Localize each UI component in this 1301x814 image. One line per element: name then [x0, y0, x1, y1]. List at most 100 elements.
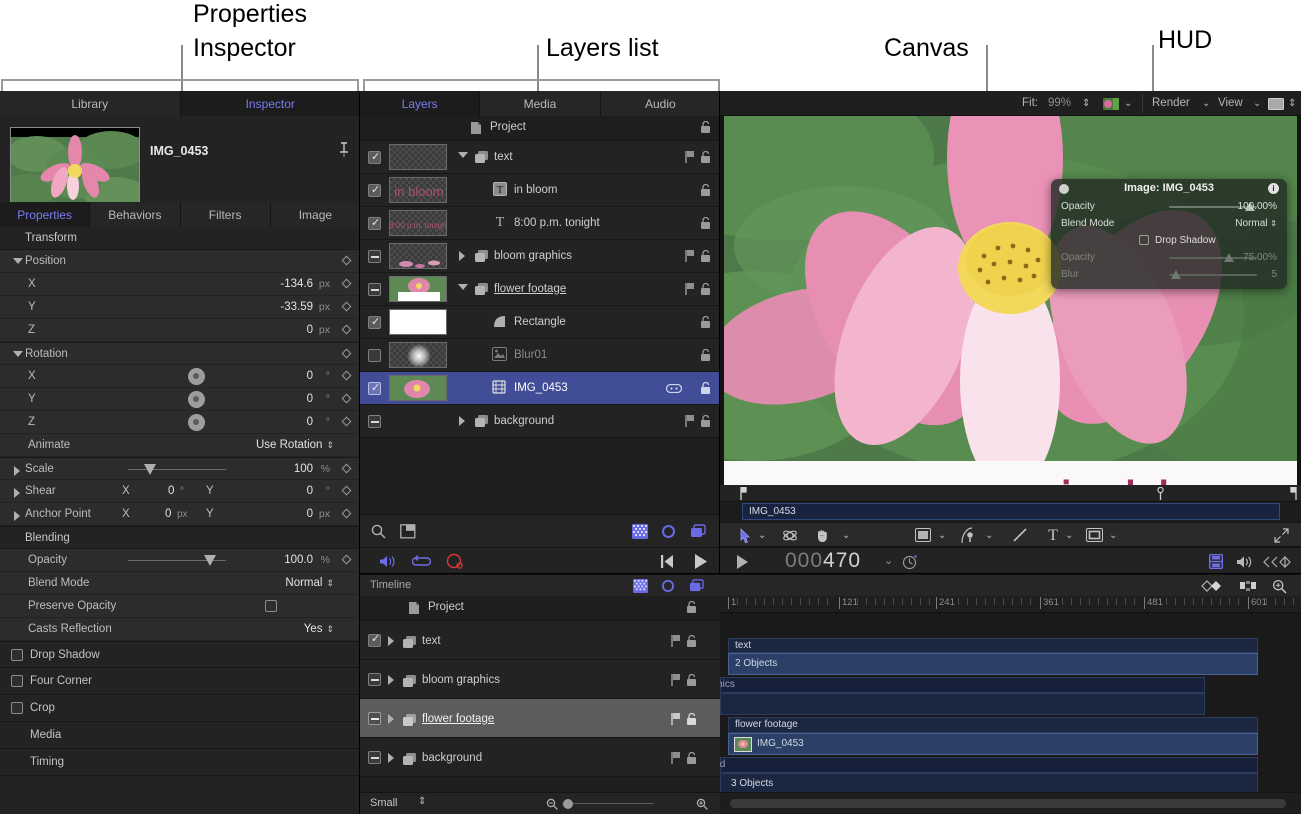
flag-icon[interactable]: [670, 712, 682, 726]
property-value[interactable]: 0: [307, 388, 313, 411]
tab-filters[interactable]: Filters: [181, 202, 271, 227]
pan-tool-icon[interactable]: [814, 528, 830, 543]
property-crop[interactable]: Crop: [0, 695, 360, 722]
disclosure-down-icon[interactable]: [13, 351, 23, 357]
stepper-icon[interactable]: ⇕: [418, 796, 426, 807]
layer-visibility-checkbox[interactable]: [368, 349, 381, 362]
keyframe-icon[interactable]: [1201, 580, 1223, 592]
hud-row-blend-mode[interactable]: Blend Mode Normal ⇕: [1051, 215, 1287, 232]
search-icon[interactable]: [371, 524, 386, 539]
zoom-icon[interactable]: [1272, 579, 1287, 594]
layer-visibility-checkbox[interactable]: [368, 283, 381, 296]
view-dropdown-icon[interactable]: ⌄: [1253, 91, 1261, 116]
timeline-zoom-thumb[interactable]: [563, 799, 573, 809]
disclosure-right-icon[interactable]: [388, 753, 394, 763]
casts-reflection-popup[interactable]: Yes⇕: [304, 618, 334, 641]
crop-checkbox[interactable]: [11, 702, 23, 714]
snap-icon[interactable]: [1239, 580, 1257, 592]
color-swatch-icon[interactable]: [1103, 98, 1119, 110]
keyframe-icon[interactable]: [342, 417, 352, 427]
disclosure-right-icon[interactable]: [14, 488, 20, 498]
tab-image[interactable]: Image: [271, 202, 360, 227]
new-group-icon[interactable]: [400, 524, 416, 539]
timeline-row-project[interactable]: Project: [360, 596, 720, 621]
property-value[interactable]: 100: [294, 458, 313, 481]
disclosure-down-icon[interactable]: [13, 258, 23, 264]
keyframe-icon[interactable]: [342, 325, 352, 335]
timeline-visibility-checkbox[interactable]: ✓: [368, 634, 381, 647]
tab-media[interactable]: Media: [480, 91, 600, 116]
fullscreen-icon[interactable]: [1274, 528, 1289, 543]
tab-inspector[interactable]: Inspector: [181, 91, 361, 116]
mask-tool-icon[interactable]: [1086, 528, 1103, 542]
lock-icon[interactable]: [700, 415, 712, 428]
flag-icon[interactable]: [684, 249, 696, 263]
bezier-tool-icon[interactable]: [960, 527, 978, 544]
stepper-icon[interactable]: ⇕: [326, 618, 334, 641]
link-icon[interactable]: [666, 384, 682, 393]
property-value[interactable]: 0: [307, 319, 313, 342]
mini-timebar-clip[interactable]: IMG_0453: [742, 503, 1280, 520]
timeline-bar-background-header[interactable]: background: [720, 757, 1258, 773]
property-anchor-point[interactable]: Anchor Point X 0 px Y 0 px: [0, 503, 360, 526]
layer-row-flower-footage[interactable]: flower footage: [360, 273, 720, 306]
mask-icon[interactable]: [690, 524, 706, 539]
fit-stepper-icon[interactable]: ⇕: [1082, 91, 1090, 116]
lock-icon[interactable]: [700, 217, 712, 230]
pin-icon[interactable]: [337, 142, 351, 158]
shear-y-value[interactable]: 0: [307, 480, 313, 503]
property-position[interactable]: Position: [0, 250, 360, 273]
timeline-layer-list[interactable]: Project ✓ text bloom gra: [360, 596, 720, 792]
property-rotation-z[interactable]: Z 0 °: [0, 411, 360, 434]
keyframe-icon[interactable]: [342, 394, 352, 404]
anchor-y-value[interactable]: 0: [307, 503, 313, 526]
layer-row-project[interactable]: Project: [360, 116, 720, 141]
bezier-dropdown-icon[interactable]: ⌄: [985, 530, 993, 541]
transform-3d-icon[interactable]: [782, 528, 798, 543]
lock-icon[interactable]: [686, 601, 698, 614]
layer-visibility-checkbox[interactable]: [368, 250, 381, 263]
property-four-corner[interactable]: Four Corner: [0, 668, 360, 695]
property-value[interactable]: 0: [307, 365, 313, 388]
property-casts-reflection[interactable]: Casts Reflection Yes⇕: [0, 618, 360, 641]
render-dropdown-icon[interactable]: ⌄: [1202, 91, 1210, 116]
layer-row-background[interactable]: background: [360, 405, 720, 438]
circle-icon[interactable]: [661, 524, 676, 539]
disclosure-right-icon[interactable]: [388, 675, 394, 685]
property-value[interactable]: -134.6: [280, 273, 313, 296]
property-scale[interactable]: Scale 100 %: [0, 457, 360, 480]
render-menu[interactable]: Render: [1152, 91, 1190, 116]
property-position-z[interactable]: Z 0 px: [0, 319, 360, 342]
layer-visibility-checkbox[interactable]: ✓: [368, 217, 381, 230]
play-icon[interactable]: [736, 555, 749, 569]
close-icon[interactable]: [1059, 184, 1069, 194]
tab-library[interactable]: Library: [0, 91, 181, 116]
scale-slider[interactable]: [128, 469, 226, 470]
property-timing[interactable]: Timing: [0, 749, 360, 776]
anchor-x-value[interactable]: 0: [165, 503, 171, 526]
preserve-opacity-checkbox[interactable]: [265, 600, 277, 612]
chevrons-icon[interactable]: [1263, 556, 1291, 568]
keyframe-icon[interactable]: [342, 302, 352, 312]
disclosure-right-icon[interactable]: [14, 466, 20, 476]
lock-icon[interactable]: [686, 635, 698, 648]
disclosure-right-icon[interactable]: [388, 636, 394, 646]
lock-icon[interactable]: [700, 250, 712, 263]
flag-icon[interactable]: [670, 751, 682, 765]
lock-icon[interactable]: [700, 184, 712, 197]
property-drop-shadow[interactable]: Drop Shadow: [0, 641, 360, 668]
speaker-icon[interactable]: [379, 554, 397, 569]
property-blend-mode[interactable]: Blend Mode Normal⇕: [0, 572, 360, 595]
disclosure-right-icon[interactable]: [459, 416, 465, 426]
layer-visibility-checkbox[interactable]: [368, 415, 381, 428]
flag-icon[interactable]: [670, 634, 682, 648]
timeline-bar-img0453[interactable]: IMG_0453: [728, 733, 1258, 755]
timeline-zoom-slider[interactable]: [562, 803, 654, 804]
four-corner-checkbox[interactable]: [11, 675, 23, 687]
speaker-icon[interactable]: [1236, 555, 1253, 569]
lock-icon[interactable]: [700, 151, 712, 164]
tab-behaviors[interactable]: Behaviors: [90, 202, 180, 227]
shear-x-value[interactable]: 0: [168, 480, 174, 503]
timeline-row-bloom-graphics[interactable]: bloom graphics: [360, 660, 720, 699]
layer-row-blur01[interactable]: Blur01: [360, 339, 720, 372]
